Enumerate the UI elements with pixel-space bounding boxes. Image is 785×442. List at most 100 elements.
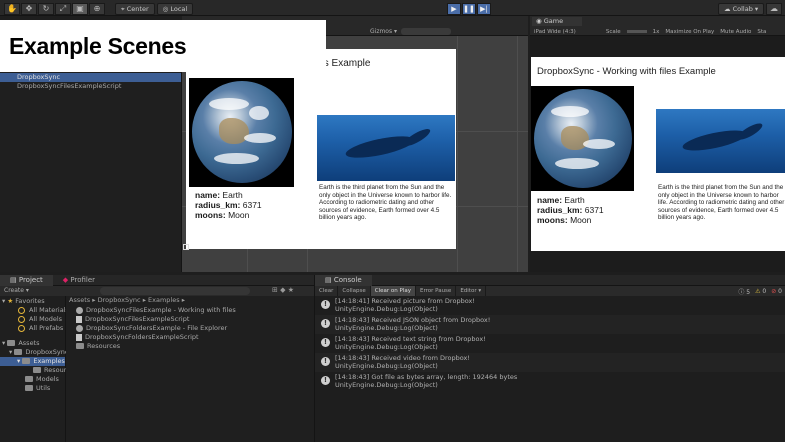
folder-label: Models	[36, 375, 59, 383]
scene-search-input[interactable]	[400, 28, 451, 35]
transform-tool-icon[interactable]: ⊕	[89, 2, 105, 15]
clear-button[interactable]: Clear	[315, 286, 339, 296]
favorite-item[interactable]: All Models	[0, 315, 65, 324]
console-log: ! [14:18:41] Received picture from Dropb…	[314, 296, 785, 442]
console-entry[interactable]: ! [14:18:41] Received picture from Dropb…	[315, 296, 785, 315]
tab-project[interactable]: ▤ Project	[0, 274, 53, 286]
space-label: Local	[170, 4, 188, 13]
tab-profiler[interactable]: ◆ Profiler	[53, 275, 105, 286]
console-stack: UnityEngine.Debug:Log(Object)	[335, 305, 438, 313]
name-key: name:	[195, 190, 221, 200]
hierarchy-panel: DropboxSync DropboxSyncFilesExampleScrip…	[0, 72, 182, 272]
info-icon: ⓘ	[738, 288, 745, 296]
space-local-toggle[interactable]: ◎ Local	[156, 2, 194, 15]
collab-dropdown[interactable]: ☁ Collab ▾	[718, 2, 765, 15]
folder-item[interactable]: Utils	[0, 384, 65, 393]
step-button-icon[interactable]: ▶|	[477, 2, 491, 15]
assets-header[interactable]: ▾ Assets	[0, 339, 65, 348]
rect-handle[interactable]	[183, 244, 189, 250]
file-item[interactable]: Resources	[66, 342, 314, 351]
favorite-item[interactable]: All Prefabs	[0, 324, 65, 333]
info-icon: !	[321, 319, 330, 328]
maximize-on-play-toggle[interactable]: Maximize On Play	[665, 29, 714, 35]
moons-value: Moon	[228, 210, 250, 220]
folder-icon	[14, 349, 23, 355]
console-entry[interactable]: ! [14:18:43] Received text string from D…	[315, 334, 785, 353]
breadcrumb-item[interactable]: Assets	[69, 296, 90, 304]
game-view-options: iPad Wide (4:3) Scale 1x Maximize On Pla…	[534, 27, 766, 36]
file-label: Resources	[87, 342, 121, 350]
error-count[interactable]: ⊘ 0	[771, 288, 782, 295]
unity-scene-icon	[76, 306, 83, 314]
mute-audio-toggle[interactable]: Mute Audio	[720, 29, 751, 35]
editor-dropdown[interactable]: Editor ▾	[456, 286, 487, 296]
stats-toggle[interactable]: Sta	[757, 29, 766, 35]
project-tabbar: ▤ Project ◆ Profiler	[0, 274, 314, 286]
project-tab-label: Project	[18, 275, 43, 284]
console-stack: UnityEngine.Debug:Log(Object)	[335, 324, 438, 332]
folder-icon: ▤	[10, 275, 19, 284]
breadcrumb-item[interactable]: Examples	[148, 296, 180, 304]
earth-description: Earth is the third planet from the Sun a…	[319, 184, 452, 222]
info-count[interactable]: ⓘ 5	[738, 287, 750, 296]
file-label: DropboxSyncFilesExample - Working with f…	[86, 306, 236, 314]
grid-line	[457, 36, 458, 272]
favorite-label: All Prefabs	[29, 324, 64, 332]
move-tool-icon[interactable]: ✥	[21, 2, 37, 15]
search-icon	[18, 324, 25, 332]
scale-tool-icon[interactable]: ⤢	[55, 2, 71, 15]
resolution-dropdown[interactable]: iPad Wide (4:3)	[534, 29, 576, 35]
favorites-header[interactable]: ▾ ★ Favorites	[0, 297, 65, 306]
favorite-item[interactable]: All Materials	[0, 306, 69, 315]
error-pause-button[interactable]: Error Pause	[416, 286, 457, 296]
folder-item[interactable]: Resour	[0, 366, 66, 375]
hierarchy-item-dropboxsync[interactable]: DropboxSync	[0, 73, 181, 82]
pause-button-icon[interactable]: ❚❚	[462, 2, 476, 15]
folder-item[interactable]: Models	[0, 375, 65, 384]
create-dropdown[interactable]: Create ▾	[4, 287, 29, 294]
page-title: Example Scenes	[9, 33, 187, 59]
filter-icons[interactable]: ⊞ ◆ ★	[272, 286, 294, 294]
project-file-list: Assets ▸ DropboxSync ▸ Examples ▸ Dropbo…	[66, 296, 314, 442]
profiler-tab-label: Profiler	[70, 275, 96, 284]
rotate-tool-icon[interactable]: ↻	[38, 2, 54, 15]
hand-tool-icon[interactable]: ✋	[4, 2, 20, 15]
console-entry[interactable]: ! [14:18:43] Received JSON object from D…	[315, 315, 785, 334]
breadcrumb-item[interactable]: DropboxSync	[98, 296, 141, 304]
scale-slider[interactable]	[626, 30, 647, 33]
star-icon: ★	[7, 297, 14, 305]
file-item[interactable]: DropboxSyncFoldersExample - File Explore…	[66, 324, 314, 333]
console-entry[interactable]: ! [14:18:43] Got file as bytes array, le…	[315, 372, 785, 391]
project-toolbar: Create ▾ ⊞ ◆ ★	[0, 286, 314, 296]
folder-item-selected[interactable]: ▾ Examples	[0, 357, 65, 366]
create-label: Create	[4, 287, 24, 294]
console-entry[interactable]: ! [14:18:43] Received video from Dropbox…	[315, 353, 785, 372]
scale-value: 1x	[652, 28, 660, 35]
clear-on-play-button[interactable]: Clear on Play	[370, 286, 416, 296]
folder-icon	[76, 343, 84, 349]
rect-tool-icon[interactable]: ▣	[72, 2, 88, 15]
file-item[interactable]: DropboxSyncFilesExampleScript	[66, 315, 314, 324]
earth-image	[531, 86, 634, 191]
services-cloud-icon[interactable]: ☁	[766, 2, 782, 15]
console-stack: UnityEngine.Debug:Log(Object)	[335, 343, 438, 351]
earth-image	[189, 78, 294, 187]
folder-label: Examples	[33, 357, 65, 365]
hierarchy-item-example-script[interactable]: DropboxSyncFilesExampleScript	[0, 82, 181, 91]
pivot-center-toggle[interactable]: ⌖ Center	[115, 2, 155, 15]
folder-item[interactable]: ▾ DropboxSync	[0, 348, 68, 357]
play-button-icon[interactable]: ▶	[447, 2, 461, 15]
file-item[interactable]: DropboxSyncFoldersExampleScript	[66, 333, 314, 342]
game-tab-label: Game	[543, 17, 564, 25]
project-search-input[interactable]	[100, 287, 250, 295]
tab-game[interactable]: ◉ Game	[532, 17, 582, 26]
game-view[interactable]: DropboxSync - Working with files Example…	[530, 36, 785, 272]
tab-console[interactable]: ▤ Console	[315, 274, 372, 286]
gizmos-dropdown[interactable]: Gizmos ▾	[370, 27, 451, 36]
file-item[interactable]: DropboxSyncFilesExample - Working with f…	[66, 306, 314, 315]
warning-count[interactable]: ⚠ 0	[755, 288, 766, 295]
game-view-toolbar: ◉ Game iPad Wide (4:3) Scale 1x Maximize…	[530, 16, 785, 36]
console-message: [14:18:43] Received text string from Dro…	[335, 335, 486, 343]
collapse-button[interactable]: Collapse	[338, 286, 371, 296]
scale-label: Scale	[605, 28, 621, 35]
